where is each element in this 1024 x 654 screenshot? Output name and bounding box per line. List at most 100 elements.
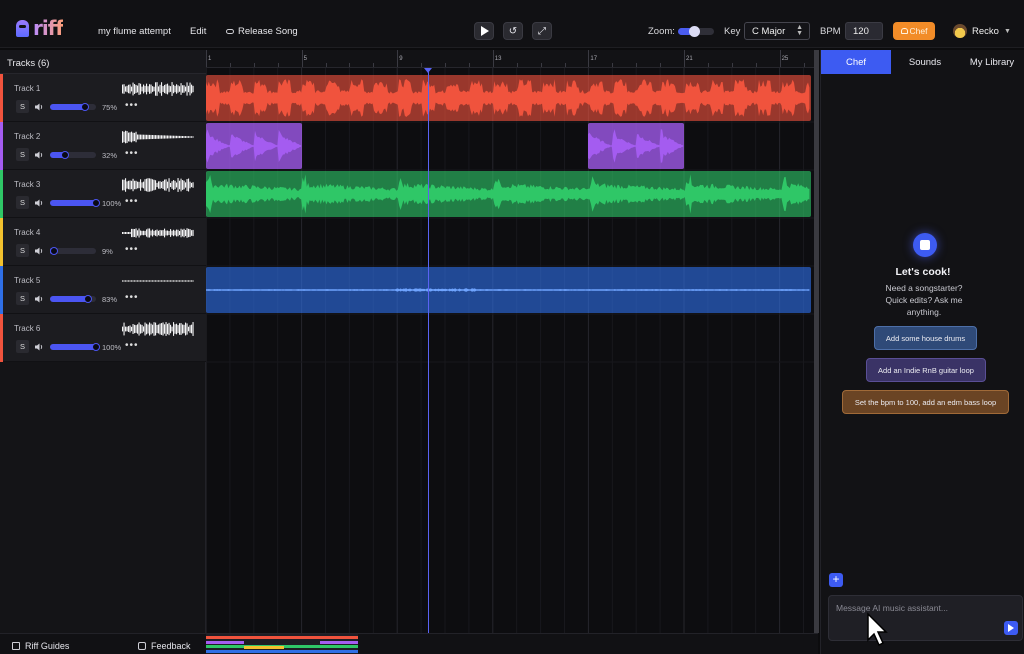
tab-my-library[interactable]: My Library xyxy=(959,50,1024,74)
speaker-icon[interactable] xyxy=(35,199,44,207)
send-button[interactable] xyxy=(1004,621,1018,635)
solo-button[interactable]: S xyxy=(16,292,29,305)
arrangement-timeline[interactable]: 1 5 9 13 17 21 25 xyxy=(206,50,818,633)
volume-slider-handle[interactable] xyxy=(92,343,100,351)
track-name[interactable]: Track 2 xyxy=(14,132,40,141)
tab-sounds[interactable]: Sounds xyxy=(891,50,959,74)
user-menu[interactable]: Recko ▼ xyxy=(953,24,1011,38)
undo-button[interactable]: ↺ xyxy=(503,22,523,40)
track-row[interactable]: Track 2 S 32% ••• xyxy=(0,122,206,170)
speaker-icon[interactable] xyxy=(35,103,44,111)
volume-slider-handle[interactable] xyxy=(50,247,59,255)
more-options-icon[interactable]: ••• xyxy=(125,196,139,207)
tab-chef[interactable]: Chef xyxy=(821,50,891,74)
speaker-icon[interactable] xyxy=(35,151,44,159)
bottom-bar: Riff Guides Feedback xyxy=(0,633,818,654)
more-options-icon[interactable]: ••• xyxy=(125,100,139,111)
riff-logo[interactable]: riff xyxy=(16,18,64,38)
clip-waveform xyxy=(206,288,810,292)
ruler-bar-number: 17 xyxy=(590,56,598,62)
ruler-tick xyxy=(492,50,494,67)
suggestion-button[interactable]: Add some house drums xyxy=(874,326,977,350)
solo-button[interactable]: S xyxy=(16,148,29,161)
ruler-bar-number: 13 xyxy=(494,56,502,62)
ruler-bar-number: 9 xyxy=(399,56,403,62)
message-input[interactable] xyxy=(836,601,1006,615)
release-song-button[interactable]: Release Song xyxy=(226,26,298,37)
timeline-ruler[interactable]: 1 5 9 13 17 21 25 xyxy=(206,50,818,68)
chevron-down-icon: ▼ xyxy=(1003,27,1011,35)
track-row[interactable]: Track 6 S 100% ••• xyxy=(0,314,206,362)
speaker-icon[interactable] xyxy=(35,295,44,303)
ruler-tick xyxy=(301,50,303,67)
playhead-marker-icon[interactable] xyxy=(424,68,433,73)
track-name[interactable]: Track 4 xyxy=(14,228,40,237)
solo-button[interactable]: S xyxy=(16,100,29,113)
track-waveform-thumbnail xyxy=(122,82,194,96)
volume-slider-handle[interactable] xyxy=(60,151,69,159)
bpm-input[interactable]: 120 xyxy=(845,22,883,40)
track-color-accent xyxy=(0,74,3,122)
ruler-tick xyxy=(397,50,399,67)
track-name[interactable]: Track 1 xyxy=(14,84,40,93)
speaker-icon[interactable] xyxy=(35,247,44,255)
volume-slider[interactable] xyxy=(50,343,100,351)
track-name[interactable]: Track 3 xyxy=(14,180,40,189)
expand-icon: ⤢ xyxy=(538,25,546,37)
timeline-scrollbar[interactable] xyxy=(814,50,819,633)
message-composer[interactable] xyxy=(828,595,1023,641)
fullscreen-button[interactable]: ⤢ xyxy=(532,22,552,40)
volume-slider-handle[interactable] xyxy=(84,295,93,303)
track-name[interactable]: Track 5 xyxy=(14,276,40,285)
clip-waveform xyxy=(206,79,810,117)
volume-slider-handle[interactable] xyxy=(80,103,89,111)
track-waveform-thumbnail xyxy=(122,228,194,238)
chef-button[interactable]: Chef xyxy=(893,22,935,40)
more-options-icon[interactable]: ••• xyxy=(125,148,139,159)
volume-slider[interactable] xyxy=(50,247,96,255)
suggestion-button[interactable]: Set the bpm to 100, add an edm bass loop xyxy=(842,390,1009,414)
ruler-tick xyxy=(779,50,781,67)
volume-percent: 9% xyxy=(102,247,113,256)
track-row[interactable]: Track 1 S 75% ••• xyxy=(0,74,206,122)
updown-chevron-icon: ▲ ▼ xyxy=(796,24,803,37)
more-options-icon[interactable]: ••• xyxy=(125,292,139,303)
clip-waveform xyxy=(206,129,302,163)
more-options-icon[interactable]: ••• xyxy=(125,340,139,351)
more-options-icon[interactable]: ••• xyxy=(125,244,139,255)
edit-menu[interactable]: Edit xyxy=(190,26,206,37)
ruler-tick xyxy=(253,63,255,67)
project-name[interactable]: my flume attempt xyxy=(98,26,171,37)
volume-slider[interactable] xyxy=(50,151,96,159)
playhead[interactable] xyxy=(428,68,430,633)
solo-button[interactable]: S xyxy=(16,196,29,209)
track-row[interactable]: Track 5 S 83% ••• xyxy=(0,266,206,314)
feedback-link[interactable]: Feedback xyxy=(138,641,191,651)
tracks-header: Tracks (6) xyxy=(0,50,206,74)
ruler-tick xyxy=(349,63,351,67)
ruler-tick xyxy=(445,63,446,67)
volume-slider-fill xyxy=(50,200,96,206)
zoom-slider-handle[interactable] xyxy=(689,26,701,37)
suggestion-button[interactable]: Add an Indie RnB guitar loop xyxy=(866,358,986,382)
track-row[interactable]: Track 3 S 100% ••• xyxy=(0,170,206,218)
track-name[interactable]: Track 6 xyxy=(14,324,40,333)
play-button[interactable] xyxy=(474,22,494,40)
riff-guides-link[interactable]: Riff Guides xyxy=(12,641,69,651)
add-attachment-button[interactable]: + xyxy=(829,573,843,587)
speaker-icon[interactable] xyxy=(35,343,44,351)
clip-waveform-path xyxy=(206,129,302,163)
key-select[interactable]: C Major ▲ ▼ xyxy=(744,22,810,40)
volume-slider[interactable] xyxy=(50,199,100,207)
ruler-tick xyxy=(612,63,614,67)
volume-percent: 100% xyxy=(102,343,122,352)
solo-button[interactable]: S xyxy=(16,340,29,353)
volume-slider-handle[interactable] xyxy=(92,199,100,207)
track-row[interactable]: Track 4 S 9% ••• xyxy=(0,218,206,266)
solo-button[interactable]: S xyxy=(16,244,29,257)
zoom-slider[interactable] xyxy=(678,26,714,37)
track-color-accent xyxy=(0,218,3,266)
timeline-overview-minimap[interactable] xyxy=(206,634,358,654)
volume-slider[interactable] xyxy=(50,295,96,303)
volume-slider[interactable] xyxy=(50,103,96,111)
